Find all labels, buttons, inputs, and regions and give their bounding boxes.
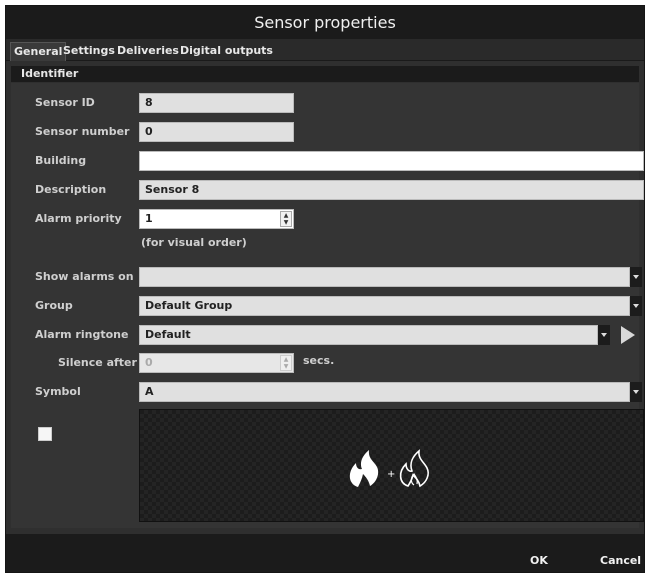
building-label: Building xyxy=(35,154,87,167)
description-input[interactable]: Sensor 8 xyxy=(139,180,644,200)
identifier-section-header: Identifier xyxy=(11,66,639,82)
sensor-id-input[interactable]: 8 xyxy=(139,93,294,113)
symbol-preview-svg: + xyxy=(349,449,429,488)
tab-deliveries[interactable]: Deliveries xyxy=(114,42,182,61)
visual-order-hint: (for visual order) xyxy=(141,236,247,249)
symbol-select[interactable]: A xyxy=(139,382,630,402)
chevron-down-icon[interactable] xyxy=(598,325,610,345)
alarm-ringtone-select[interactable]: Default xyxy=(139,325,598,345)
tab-digital-outputs[interactable]: Digital outputs xyxy=(177,42,276,61)
sensor-number-label: Sensor number xyxy=(35,125,130,138)
ok-button[interactable]: OK xyxy=(530,554,548,567)
chevron-down-icon[interactable] xyxy=(630,382,642,402)
stepper-icon[interactable]: ▲ ▼ xyxy=(280,211,292,227)
symbol-label: Symbol xyxy=(35,385,81,398)
building-input[interactable] xyxy=(139,151,644,171)
cancel-button[interactable]: Cancel xyxy=(600,554,641,567)
tab-general[interactable]: General xyxy=(10,42,67,61)
silence-units: secs. xyxy=(303,354,335,367)
alarm-ringtone-label: Alarm ringtone xyxy=(35,328,129,341)
dialog-footer xyxy=(6,534,644,572)
symbol-preview: + xyxy=(139,409,644,522)
alarm-priority-input[interactable]: 1 ▲ ▼ xyxy=(139,209,294,229)
stepper-icon[interactable]: ▲ ▼ xyxy=(280,355,292,371)
alarm-priority-label: Alarm priority xyxy=(35,212,122,225)
play-icon[interactable] xyxy=(621,326,635,344)
silence-after-value: 0 xyxy=(145,356,153,369)
group-select[interactable]: Default Group xyxy=(139,296,630,316)
chevron-down-icon[interactable] xyxy=(630,267,642,287)
show-alarms-on-label: Show alarms on xyxy=(35,270,134,283)
group-label: Group xyxy=(35,299,73,312)
sensor-properties-dialog: Sensor properties General Settings Deliv… xyxy=(5,5,645,573)
chevron-down-icon[interactable] xyxy=(630,296,642,316)
silence-after-input[interactable]: 0 ▲ ▼ xyxy=(139,353,294,373)
alarm-priority-value: 1 xyxy=(145,212,153,225)
tab-bar: General Settings Deliveries Digital outp… xyxy=(6,39,644,61)
description-label: Description xyxy=(35,183,107,196)
show-alarms-on-select[interactable] xyxy=(139,267,630,287)
fire-icon xyxy=(349,450,379,487)
silence-after-checkbox[interactable] xyxy=(38,427,52,441)
tab-settings[interactable]: Settings xyxy=(60,42,118,61)
plus-icon: + xyxy=(387,469,395,480)
general-tab-content: Sensor ID 8 Sensor number 0 Building Des… xyxy=(11,83,644,528)
fire-outline-icon xyxy=(399,449,429,488)
sensor-number-input[interactable]: 0 xyxy=(139,122,294,142)
dialog-title: Sensor properties xyxy=(6,6,644,39)
silence-after-label: Silence after xyxy=(58,356,137,369)
sensor-id-label: Sensor ID xyxy=(35,96,95,109)
